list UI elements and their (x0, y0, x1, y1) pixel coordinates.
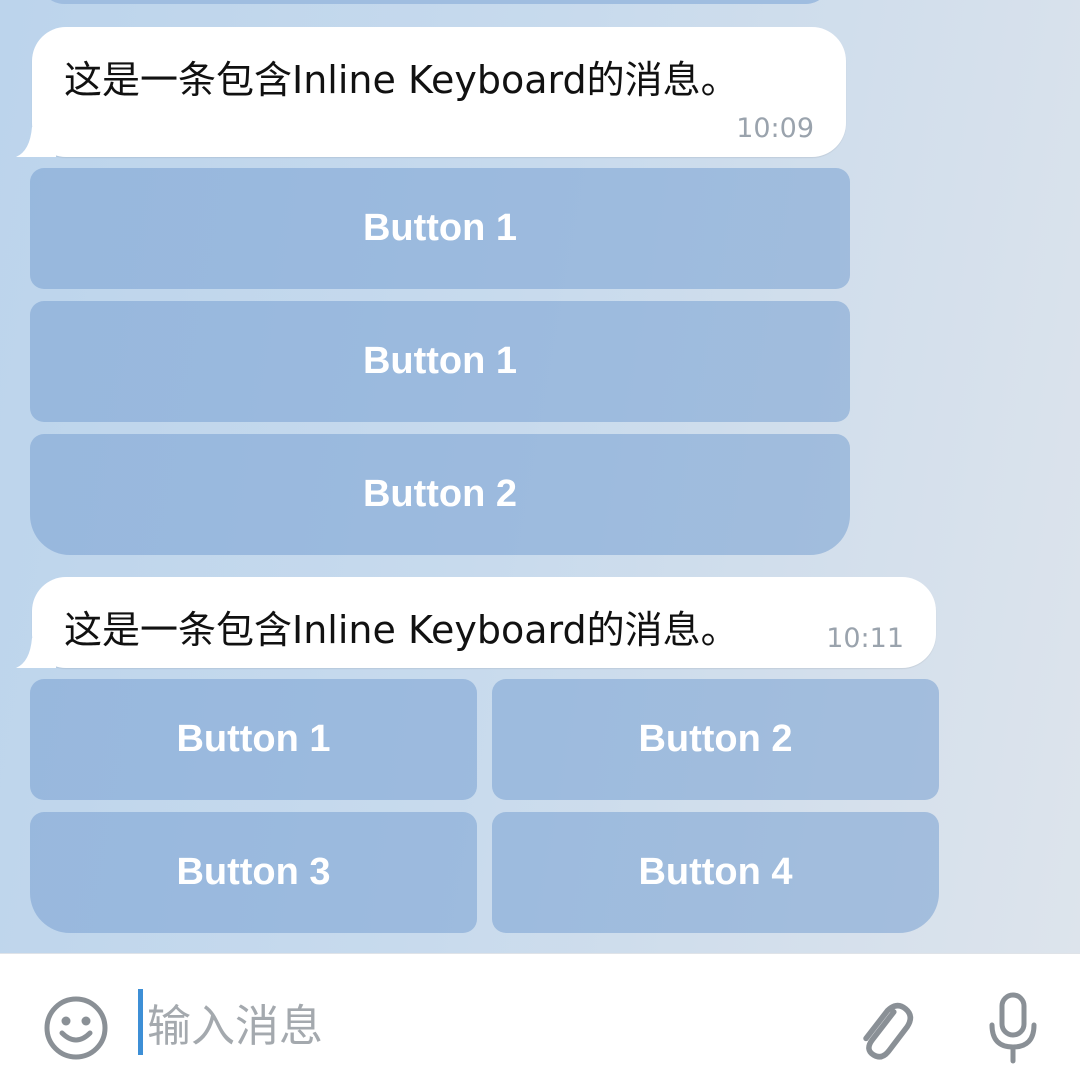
inline-button[interactable]: Button 1 (30, 301, 850, 422)
inline-button[interactable]: Button 2 (492, 679, 939, 800)
inline-button[interactable]: Button 1 (30, 679, 477, 800)
bubble-tail (16, 127, 56, 157)
voice-button[interactable] (978, 988, 1048, 1068)
emoji-button[interactable] (38, 990, 114, 1066)
inline-button[interactable]: Button 1 (30, 168, 850, 289)
message-text: 这是一条包含Inline Keyboard的消息。 (64, 608, 739, 652)
message-time: 10:11 (826, 623, 904, 654)
message-text: 这是一条包含Inline Keyboard的消息。 (64, 58, 739, 102)
inline-button[interactable]: Button 2 (30, 434, 850, 555)
previous-message-edge (40, 0, 830, 4)
message-input-bar: 输入消息 (0, 953, 1080, 1091)
bubble-tail (16, 638, 56, 668)
inline-button[interactable]: Button 4 (492, 812, 939, 933)
chat-background: 这是一条包含Inline Keyboard的消息。 10:09 Button 1… (0, 0, 1080, 953)
message-time: 10:09 (736, 113, 814, 144)
message-input-placeholder: 输入消息 (147, 1001, 323, 1052)
text-caret (138, 989, 143, 1055)
attach-button[interactable] (846, 988, 918, 1064)
message-input[interactable]: 输入消息 (138, 988, 818, 1056)
inline-button[interactable]: Button 3 (30, 812, 477, 933)
message-bubble: 这是一条包含Inline Keyboard的消息。 10:09 (32, 27, 846, 157)
paperclip-icon (863, 1002, 914, 1060)
microphone-icon (989, 992, 1037, 1064)
message-bubble: 这是一条包含Inline Keyboard的消息。 10:11 (32, 577, 936, 668)
emoji-smile-icon (44, 996, 108, 1060)
